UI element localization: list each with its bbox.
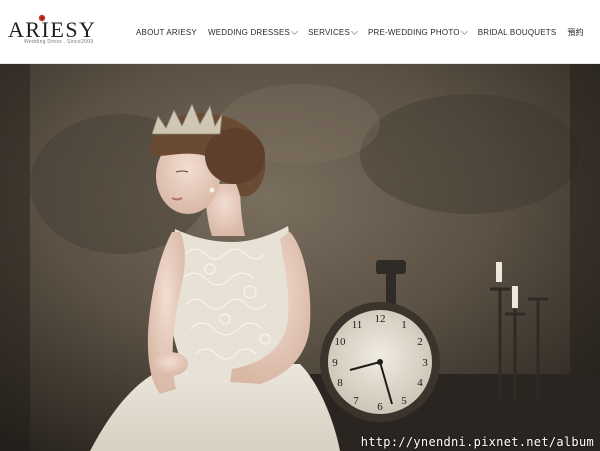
svg-text:5: 5 [401, 395, 407, 407]
svg-text:12: 12 [375, 313, 386, 325]
svg-text:2: 2 [417, 336, 423, 348]
svg-text:4: 4 [417, 377, 423, 389]
nav-label: ABOUT ARIESY [136, 28, 197, 37]
brand-tagline: Wedding Dress . Since2009 [24, 39, 94, 45]
brand-logo[interactable]: ARIESY Wedding Dress . Since2009 [8, 14, 108, 47]
nav-label: BRIDAL BOUQUETS [477, 28, 557, 37]
svg-text:1: 1 [401, 319, 407, 331]
nav-item-services[interactable]: SERVICES [308, 27, 359, 37]
hero-image: 12 1 2 3 4 5 6 7 8 9 10 11 http://ynendn… [0, 64, 600, 451]
svg-text:7: 7 [353, 395, 359, 407]
main-nav: ABOUT ARIESY WEDDING DRESSES SERVICES PR… [136, 27, 584, 38]
svg-text:10: 10 [335, 336, 347, 348]
nav-item-pre-wedding-photo[interactable]: PRE-WEDDING PHOTO [368, 27, 468, 37]
nav-label: PRE-WEDDING PHOTO [368, 28, 460, 37]
svg-text:8: 8 [337, 377, 343, 389]
nav-label: SERVICES [308, 28, 350, 37]
watermark-text: http://ynendni.pixnet.net/album [360, 435, 594, 449]
nav-item-booking[interactable]: 預約 [567, 27, 583, 38]
site-header: ARIESY Wedding Dress . Since2009 ABOUT A… [0, 0, 600, 64]
svg-text:6: 6 [377, 401, 383, 413]
nav-item-about[interactable]: ABOUT ARIESY [136, 28, 197, 37]
nav-item-wedding-dresses[interactable]: WEDDING DRESSES [207, 27, 299, 37]
bride-portrait-photo: 12 1 2 3 4 5 6 7 8 9 10 11 [0, 64, 600, 451]
chevron-down-icon [291, 27, 299, 36]
svg-text:3: 3 [422, 357, 428, 369]
chevron-down-icon [460, 27, 468, 36]
nav-item-bridal-bouquets[interactable]: BRIDAL BOUQUETS [478, 28, 557, 37]
nav-label: WEDDING DRESSES [207, 28, 291, 37]
nav-label: 預約 [567, 28, 584, 37]
svg-text:9: 9 [332, 357, 338, 369]
chevron-down-icon [350, 27, 359, 36]
svg-text:11: 11 [352, 319, 363, 331]
